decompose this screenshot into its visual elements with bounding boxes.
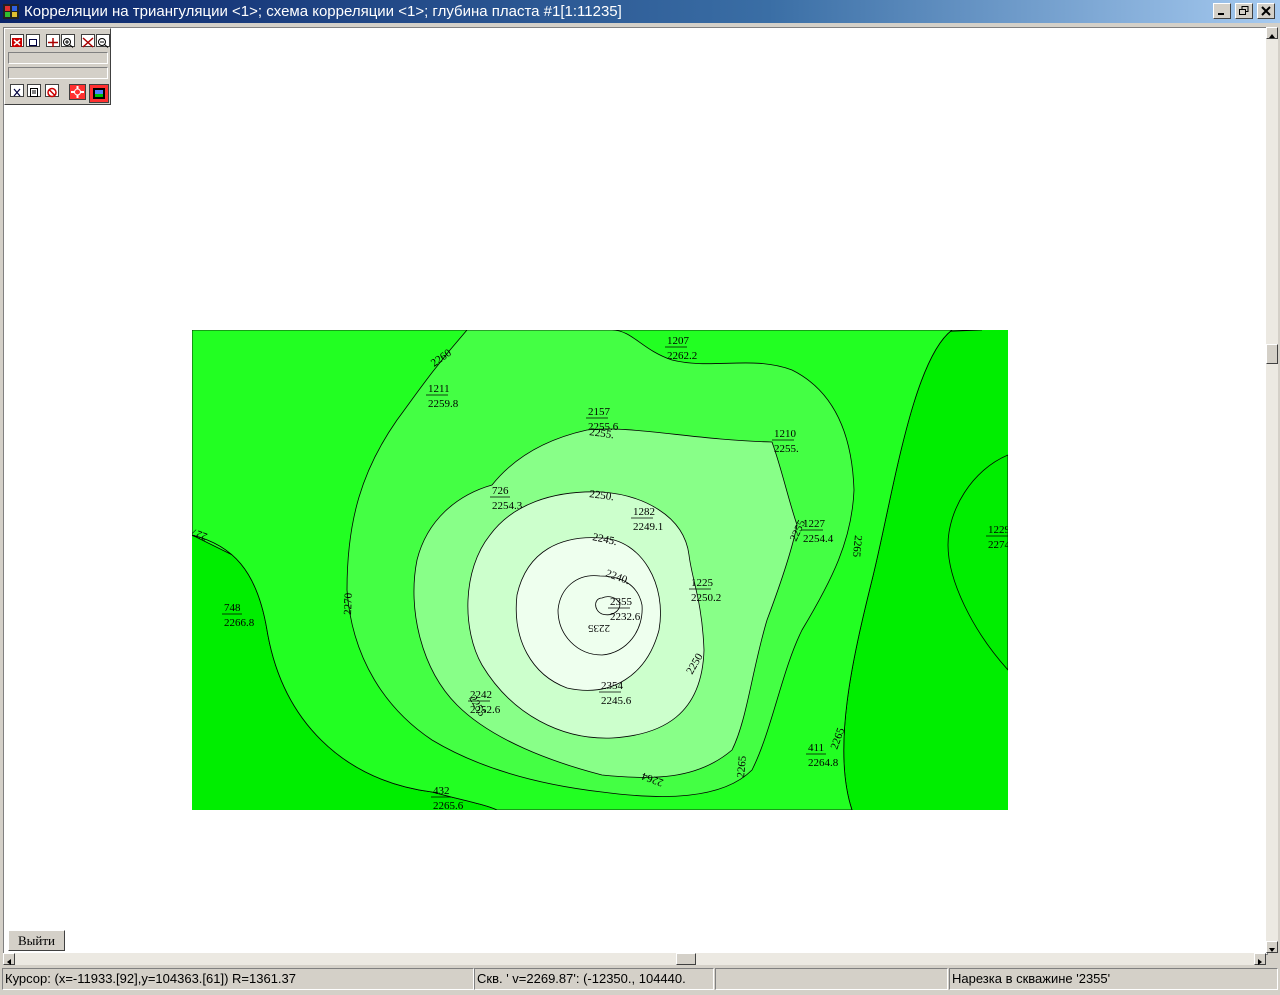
arrow-left-icon [7, 959, 11, 965]
select-frame-icon [29, 39, 37, 46]
arrow-up-icon [1269, 34, 1275, 38]
tool-palette[interactable] [4, 28, 111, 105]
window-title: Корреляции на триангуляции <1>; схема ко… [24, 3, 622, 20]
scroll-down-button[interactable] [1266, 941, 1278, 953]
well-id: 411 [808, 742, 824, 754]
well-value: 2265.6 [433, 800, 464, 810]
select-frame-button[interactable] [26, 34, 40, 47]
zoom-out-button[interactable] [96, 34, 110, 48]
well-id: 726 [492, 485, 509, 497]
well-id: 1211 [428, 383, 450, 395]
well-value: 2249.1 [633, 521, 663, 533]
close-icon [1261, 6, 1271, 16]
well-value: 2245.6 [601, 695, 632, 707]
contour-label: 2265 [735, 755, 749, 778]
close-button-small[interactable] [10, 84, 24, 97]
well-id: 1229 [988, 524, 1008, 536]
zoom-extents-icon [82, 37, 94, 48]
well-value: 2274. [988, 539, 1008, 551]
status-empty [715, 968, 948, 990]
status-cursor: Курсор: (x=-11933.[92],y=104363.[61]) R=… [2, 968, 474, 990]
pan-button[interactable] [46, 34, 60, 47]
stop-button[interactable] [45, 84, 59, 98]
well-id: 748 [224, 602, 241, 614]
contour-label: 2235 [588, 622, 611, 634]
scroll-up-button[interactable] [1266, 27, 1278, 39]
app-icon [3, 4, 19, 19]
well-value: 2259.8 [428, 398, 459, 410]
restore-button[interactable] [1235, 3, 1253, 19]
well-value: 2266.8 [224, 617, 255, 629]
restore-icon [1239, 6, 1249, 15]
pan-icon [48, 38, 58, 47]
close-button[interactable] [1257, 3, 1275, 19]
well-value: 2262.2 [667, 350, 697, 362]
well-id: 1225 [691, 577, 714, 589]
arrow-right-icon [1258, 959, 1262, 965]
status-slice: Нарезка в скважине '2355' [949, 968, 1278, 990]
well-value: 2254.3 [492, 500, 523, 512]
well-id: 2355 [610, 596, 633, 608]
zoom-in-icon [63, 38, 74, 48]
arrow-down-icon [1269, 948, 1275, 952]
horizontal-scroll-thumb[interactable] [676, 953, 696, 965]
contour-map[interactable]: 12072262.2 12112259.8 21572255.6 1210225… [192, 330, 1008, 810]
center-button[interactable] [69, 84, 86, 100]
title-bar[interactable]: Корреляции на триангуляции <1>; схема ко… [0, 0, 1280, 23]
contour-label: 2270 [342, 592, 355, 615]
minimize-button[interactable] [1213, 3, 1231, 19]
well-id: 2354 [601, 680, 624, 692]
well-value: 2254.4 [803, 533, 834, 545]
well-value: 2255. [774, 443, 799, 455]
center-icon [71, 86, 84, 98]
well-value: 2264.8 [808, 757, 839, 769]
properties-icon [30, 88, 38, 97]
properties-button[interactable] [27, 84, 41, 97]
zoom-extents-button[interactable] [81, 34, 95, 48]
vertical-scrollbar[interactable] [1266, 27, 1278, 953]
well-id: 1210 [774, 428, 797, 440]
vertical-scroll-thumb[interactable] [1266, 344, 1278, 364]
close-icon [13, 88, 21, 97]
well-id: 1282 [633, 506, 655, 518]
well-id: 432 [433, 785, 450, 797]
minimize-icon [1218, 13, 1224, 15]
well-id: 2157 [588, 406, 611, 418]
image-button[interactable] [89, 84, 109, 103]
toolbar-field [8, 67, 108, 79]
horizontal-scrollbar[interactable] [3, 953, 1266, 965]
well-id: 1207 [667, 335, 690, 347]
exit-button[interactable]: Выйти [8, 930, 65, 951]
zoom-out-icon [98, 38, 109, 48]
well-value: 2250.2 [691, 592, 721, 604]
close-red-icon [12, 38, 22, 47]
stop-icon [47, 87, 57, 98]
toolbar-field [8, 52, 108, 64]
zoom-in-button[interactable] [61, 34, 75, 48]
close-red-button[interactable] [10, 34, 24, 47]
well-value: 2232.6 [610, 611, 641, 623]
scroll-right-button[interactable] [1254, 953, 1266, 965]
contour-label: 2265 [850, 535, 864, 558]
status-well: Скв. ' v=2269.87': (-12350., 104440. [474, 968, 714, 990]
scroll-left-button[interactable] [3, 953, 15, 965]
image-icon [93, 88, 105, 99]
